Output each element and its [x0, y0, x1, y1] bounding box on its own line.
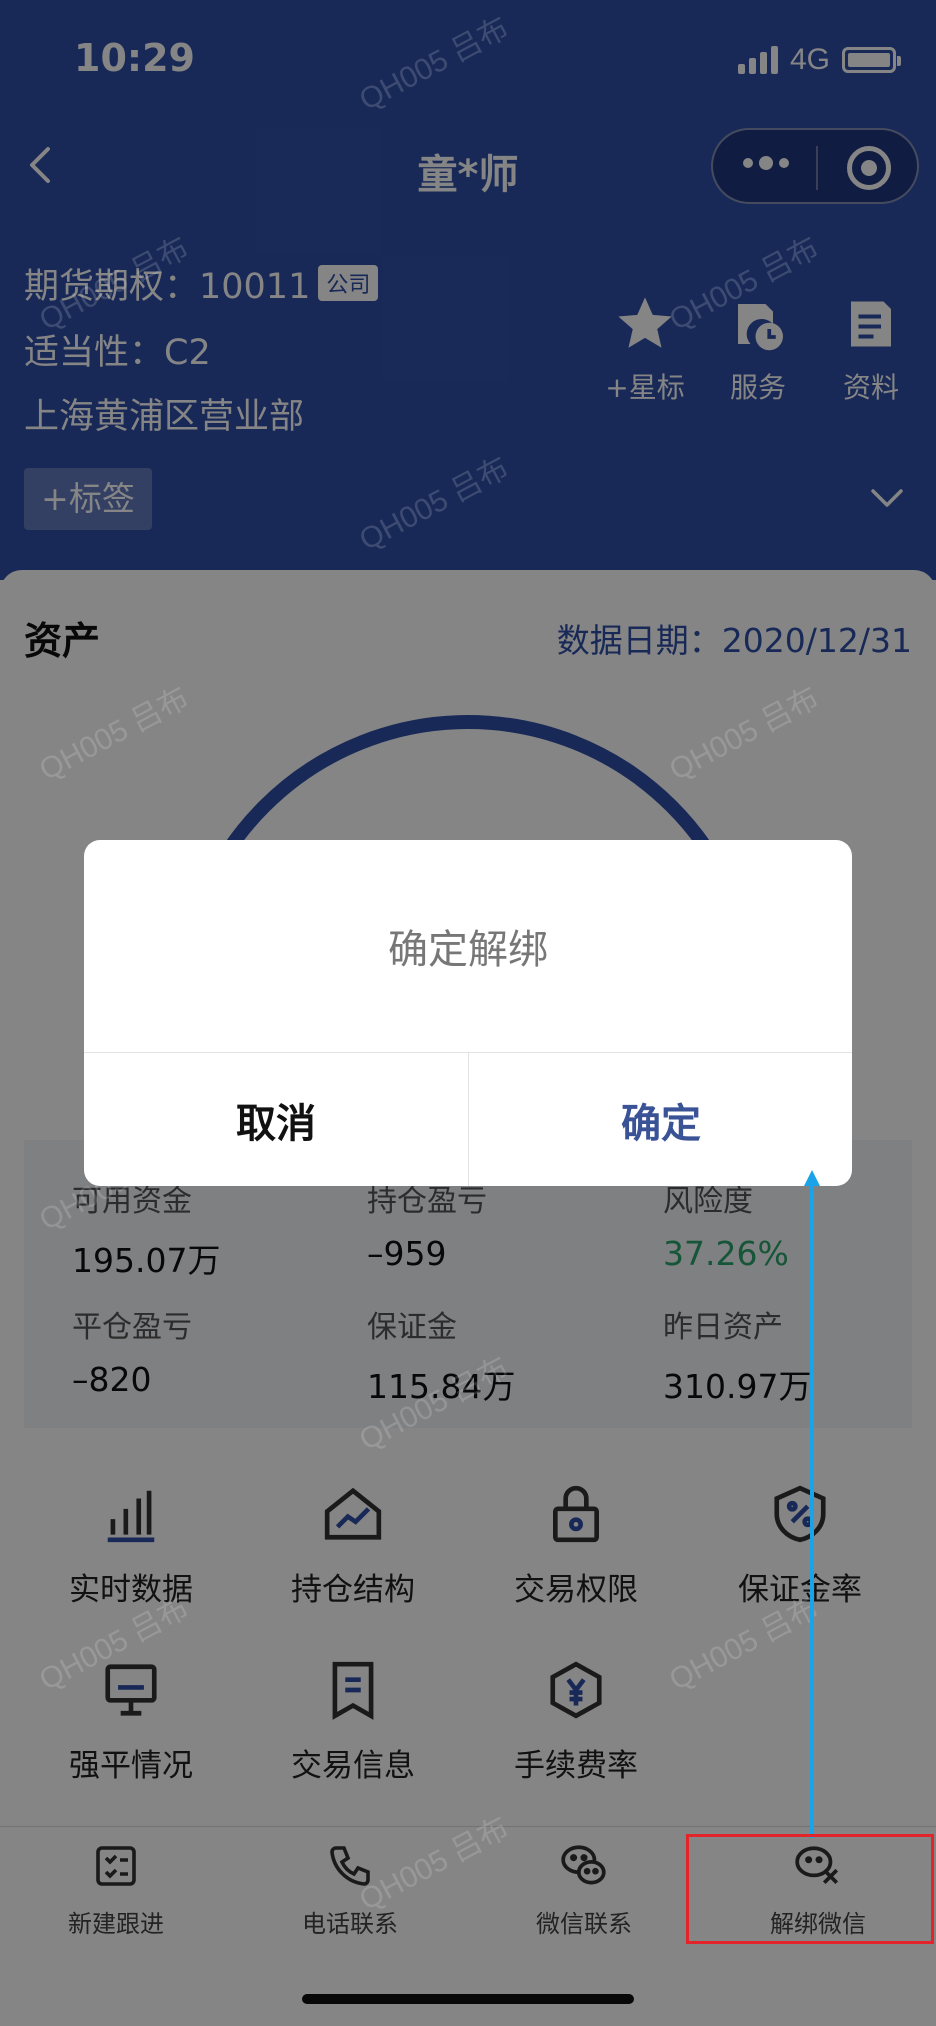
- annotation-arrow: [804, 1170, 820, 1838]
- unbind-confirm-dialog: 确定解绑 取消 确定: [84, 840, 852, 1186]
- annotation-highlight-box: [686, 1834, 934, 1944]
- dialog-message: 确定解绑: [388, 927, 548, 973]
- confirm-button[interactable]: 确定: [469, 1053, 852, 1186]
- cancel-button[interactable]: 取消: [84, 1053, 468, 1186]
